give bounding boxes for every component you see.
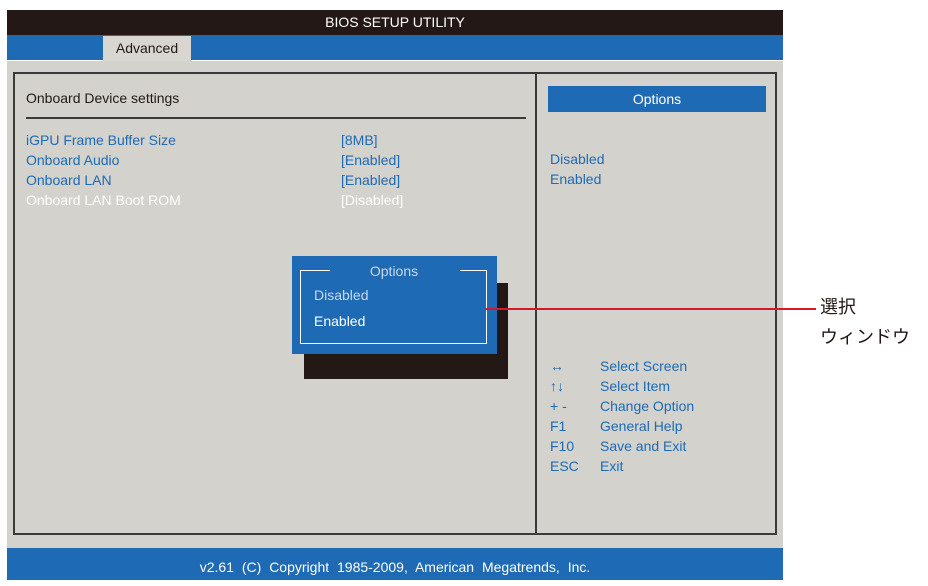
setting-value: [8MB] — [341, 132, 378, 148]
callout-label: 選択 ウィンドウ — [820, 292, 910, 352]
copyright-footer: v2.61 (C) Copyright 1985-2009, American … — [7, 548, 783, 580]
help-option-enabled: Enabled — [550, 171, 602, 187]
plus-minus-key: + - — [550, 398, 567, 414]
f10-key: F10 — [550, 438, 575, 454]
setting-label: Onboard LAN — [26, 172, 112, 188]
up-down-arrow-icon: ↑↓ — [550, 378, 564, 394]
callout-line — [486, 308, 816, 310]
help-options-title: Options — [548, 86, 766, 112]
section-title: Onboard Device settings — [26, 90, 180, 106]
popup-border — [300, 270, 487, 344]
section-divider — [26, 117, 526, 119]
left-right-arrow-icon: ↔ — [550, 358, 564, 374]
setting-label: Onboard LAN Boot ROM — [26, 192, 181, 208]
setting-igpu-frame-buffer[interactable]: iGPU Frame Buffer Size [8MB] — [26, 130, 378, 150]
popup-border-top-left — [300, 270, 330, 271]
setting-label: Onboard Audio — [26, 152, 120, 168]
key-description: General Help — [600, 418, 683, 434]
setting-value: [Enabled] — [341, 172, 401, 188]
popup-border-top-right — [460, 270, 487, 271]
popup-option-disabled[interactable]: Disabled — [314, 285, 368, 305]
key-description: Change Option — [600, 398, 695, 414]
window-title: BIOS SETUP UTILITY — [7, 10, 783, 35]
tab-advanced[interactable]: Advanced — [103, 36, 191, 61]
f1-key: F1 — [550, 418, 567, 434]
popup-option-enabled[interactable]: Enabled — [314, 311, 365, 331]
callout-label-line2: ウィンドウ — [820, 327, 910, 347]
setting-onboard-lan-boot-rom[interactable]: Onboard LAN Boot ROM [Disabled] — [26, 190, 403, 210]
key-description: Select Screen — [600, 358, 688, 374]
key-description: Save and Exit — [600, 438, 687, 454]
setting-value: [Enabled] — [341, 152, 401, 168]
setting-value: [Disabled] — [341, 192, 404, 208]
callout-label-line1: 選択 — [820, 297, 856, 317]
esc-key: ESC — [550, 458, 579, 474]
key-description: Exit — [600, 458, 624, 474]
bios-screen: BIOS SETUP UTILITY Advanced Onboard Devi… — [0, 0, 790, 580]
setting-onboard-audio[interactable]: Onboard Audio [Enabled] — [26, 150, 400, 170]
setting-onboard-lan[interactable]: Onboard LAN [Enabled] — [26, 170, 400, 190]
setting-label: iGPU Frame Buffer Size — [26, 132, 176, 148]
popup-title: Options — [369, 263, 419, 279]
key-description: Select Item — [600, 378, 671, 394]
help-option-disabled: Disabled — [550, 151, 605, 167]
